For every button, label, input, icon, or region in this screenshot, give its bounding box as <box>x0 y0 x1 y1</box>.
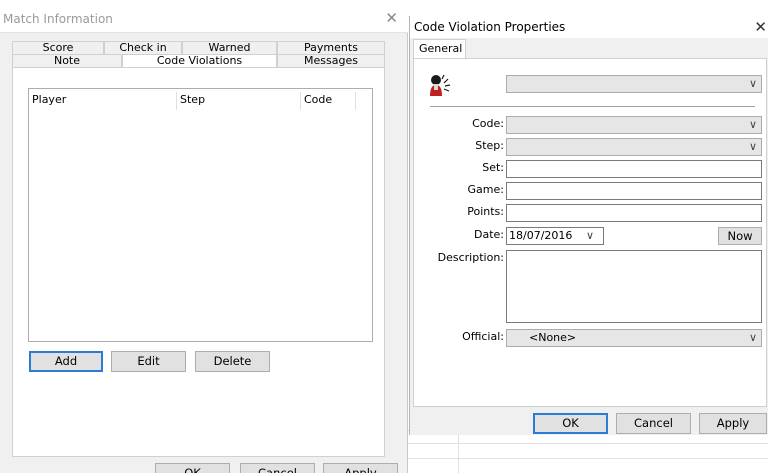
cancel-button[interactable]: Cancel <box>616 413 691 434</box>
tab-row-top: Score Check in Warned Payments <box>12 41 385 54</box>
game-field[interactable] <box>506 182 762 200</box>
add-button[interactable]: Add <box>29 351 103 372</box>
official-value: <None> <box>529 331 577 344</box>
description-label: Description: <box>437 251 504 264</box>
chevron-down-icon: ∨ <box>748 118 757 131</box>
now-button[interactable]: Now <box>718 227 762 245</box>
date-picker[interactable]: 18/07/2016 ∨ <box>506 227 604 245</box>
points-label: Points: <box>467 205 504 218</box>
game-label: Game: <box>467 183 504 196</box>
points-field[interactable] <box>506 204 762 222</box>
player-select[interactable]: ∨ <box>506 75 762 93</box>
player-violation-icon <box>430 74 451 96</box>
tab-general[interactable]: General <box>413 39 466 59</box>
step-select[interactable]: ∨ <box>506 138 762 156</box>
chevron-down-icon: ∨ <box>748 331 757 344</box>
tab-check-in[interactable]: Check in <box>104 41 182 54</box>
chevron-down-icon: ∨ <box>748 140 757 153</box>
tab-warned[interactable]: Warned <box>182 41 277 54</box>
match-ok-button[interactable]: OK <box>155 463 230 473</box>
tab-payments[interactable]: Payments <box>277 41 385 54</box>
grid-line <box>408 458 768 459</box>
tab-messages[interactable]: Messages <box>277 54 385 67</box>
general-panel: ∨ Code: ∨ Step: ∨ Set: Game: Points: Dat… <box>413 58 767 407</box>
code-select[interactable]: ∨ <box>506 116 762 134</box>
tab-row-bottom: Note Code Violations Messages <box>12 54 385 67</box>
official-select[interactable]: <None> ∨ <box>506 329 762 347</box>
code-label: Code: <box>472 117 504 130</box>
column-header-step[interactable]: Step <box>177 92 301 110</box>
code-violations-list[interactable]: Player Step Code <box>28 88 373 342</box>
grid-line <box>458 431 459 473</box>
dialog-footer: OK Cancel Apply <box>410 407 768 435</box>
match-information-window: Match Information ✕ Score Check in Warne… <box>0 6 408 473</box>
match-information-titlebar: Match Information ✕ <box>0 6 408 33</box>
chevron-down-icon: ∨ <box>586 229 595 242</box>
dialog-title: Code Violation Properties <box>414 20 566 34</box>
column-header-code[interactable]: Code <box>301 92 356 110</box>
code-violations-panel: Player Step Code Add Edit Delete <box>12 67 385 457</box>
ok-button[interactable]: OK <box>533 413 608 434</box>
tab-score[interactable]: Score <box>12 41 104 54</box>
column-header-player[interactable]: Player <box>29 92 177 110</box>
dialog-titlebar: Code Violation Properties ✕ <box>410 16 768 38</box>
background-grid <box>408 430 768 473</box>
code-violation-properties-dialog: Code Violation Properties ✕ General ∨ Co… <box>409 16 768 435</box>
separator <box>430 106 755 107</box>
date-label: Date: <box>474 228 504 241</box>
tab-code-violations[interactable]: Code Violations <box>122 54 277 67</box>
chevron-down-icon: ∨ <box>748 77 757 90</box>
date-value: 18/07/2016 <box>509 229 573 242</box>
grid-line <box>408 443 768 444</box>
description-field[interactable] <box>506 250 762 323</box>
window-title: Match Information <box>3 12 113 26</box>
set-label: Set: <box>482 161 504 174</box>
match-apply-button[interactable]: Apply <box>323 463 398 473</box>
set-field[interactable] <box>506 160 762 178</box>
official-label: Official: <box>462 330 504 343</box>
close-icon[interactable]: ✕ <box>754 18 767 36</box>
delete-button[interactable]: Delete <box>195 351 270 372</box>
close-icon[interactable]: ✕ <box>385 9 398 27</box>
apply-button[interactable]: Apply <box>699 413 767 434</box>
step-label: Step: <box>475 139 504 152</box>
match-cancel-button[interactable]: Cancel <box>240 463 315 473</box>
tab-note[interactable]: Note <box>12 54 122 67</box>
edit-button[interactable]: Edit <box>111 351 186 372</box>
